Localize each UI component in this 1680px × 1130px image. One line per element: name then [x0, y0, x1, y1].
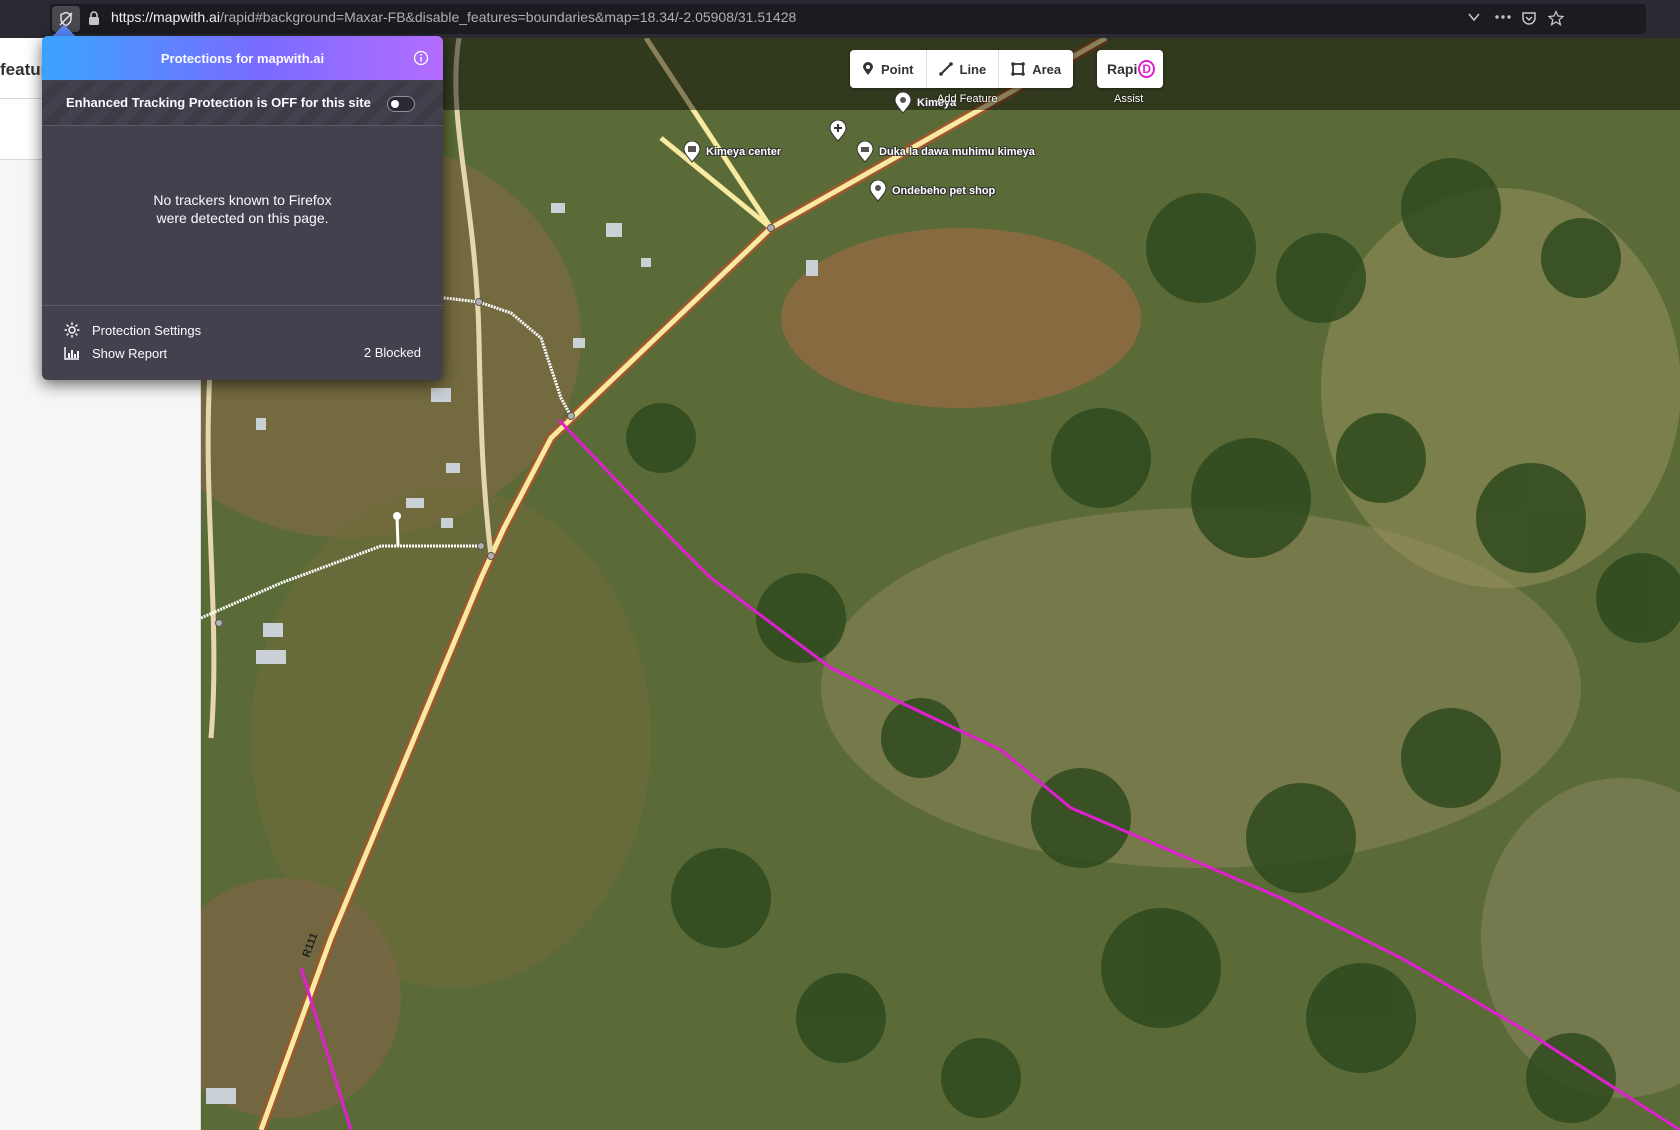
- protection-settings-label: Protection Settings: [92, 322, 202, 338]
- etp-row: Enhanced Tracking Protection is OFF for …: [42, 81, 443, 126]
- no-trackers-message: No trackers known to Firefox were detect…: [42, 191, 443, 227]
- sidebar-title: featur: [0, 60, 48, 79]
- line-label: Line: [959, 61, 987, 77]
- show-report-label: Show Report: [92, 345, 168, 361]
- panel-header: Protections for mapwith.ai: [42, 36, 443, 80]
- poi-kimeya-center[interactable]: Kimeya center: [682, 141, 781, 163]
- add-feature-toolbar: Point Line Area: [850, 50, 1074, 88]
- line-icon: [938, 62, 953, 76]
- protections-panel: Protections for mapwith.ai Enhanced Trac…: [42, 36, 443, 380]
- panel-footer: Protection Settings Show Report 2 Blocke…: [42, 305, 443, 380]
- rapid-assist-button[interactable]: Rapi D: [1097, 50, 1163, 88]
- add-point-button[interactable]: Point: [850, 50, 927, 88]
- url-text[interactable]: https://mapwith.ai/rapid#background=Maxa…: [111, 9, 796, 25]
- no-trackers-line-2: were detected on this page.: [156, 210, 329, 226]
- area-icon: [1011, 62, 1026, 76]
- gear-icon: [64, 322, 80, 338]
- etp-status-text: Enhanced Tracking Protection is OFF for …: [66, 95, 371, 110]
- poi-label: Duka la dawa muhimu kimeya: [879, 146, 1035, 158]
- poi-health[interactable]: [828, 120, 848, 142]
- info-icon[interactable]: [413, 50, 429, 66]
- point-icon: [863, 62, 873, 75]
- poi-label: Kimeya center: [706, 146, 782, 158]
- rapid-logo-text: Rapi: [1107, 61, 1138, 77]
- poi-label: Ondebeho pet shop: [892, 185, 996, 197]
- building-pin-icon: [683, 141, 701, 163]
- lock-icon: [89, 11, 99, 25]
- rapid-logo: Rapi D: [1097, 50, 1165, 88]
- etp-toggle[interactable]: [387, 96, 415, 112]
- pet-pin-icon: [869, 180, 887, 202]
- bookmark-star-icon[interactable]: [1548, 10, 1564, 26]
- pharmacy-pin-icon: [856, 141, 874, 163]
- report-chart-icon: [64, 347, 79, 360]
- more-dots-icon[interactable]: [1494, 10, 1512, 24]
- area-label: Area: [1032, 61, 1062, 77]
- add-feature-label: Add Feature: [937, 93, 998, 105]
- shield-off-icon: [59, 11, 73, 27]
- pocket-icon[interactable]: [1521, 10, 1537, 26]
- plus-pin-icon: [829, 120, 847, 142]
- point-label: Point: [881, 61, 914, 77]
- map-pin-icon: [894, 92, 912, 114]
- protection-settings-button[interactable]: Protection Settings: [64, 322, 201, 338]
- poi-pet-shop[interactable]: Ondebeho pet shop: [868, 180, 995, 202]
- browser-toolbar: https://mapwith.ai/rapid#background=Maxa…: [0, 0, 1680, 38]
- panel-title: Protections for mapwith.ai: [160, 50, 325, 66]
- show-report-button[interactable]: Show Report: [64, 345, 167, 361]
- blocked-count: 2 Blocked: [363, 345, 421, 360]
- add-line-button[interactable]: Line: [927, 50, 1000, 88]
- chevron-down-icon[interactable]: [1467, 10, 1481, 24]
- no-trackers-line-1: No trackers known to Firefox: [153, 192, 332, 208]
- assist-label: Assist: [1114, 93, 1144, 105]
- add-area-button[interactable]: Area: [999, 50, 1073, 88]
- rapid-logo-d: D: [1138, 60, 1156, 78]
- poi-pharmacy[interactable]: Duka la dawa muhimu kimeya: [855, 141, 1035, 163]
